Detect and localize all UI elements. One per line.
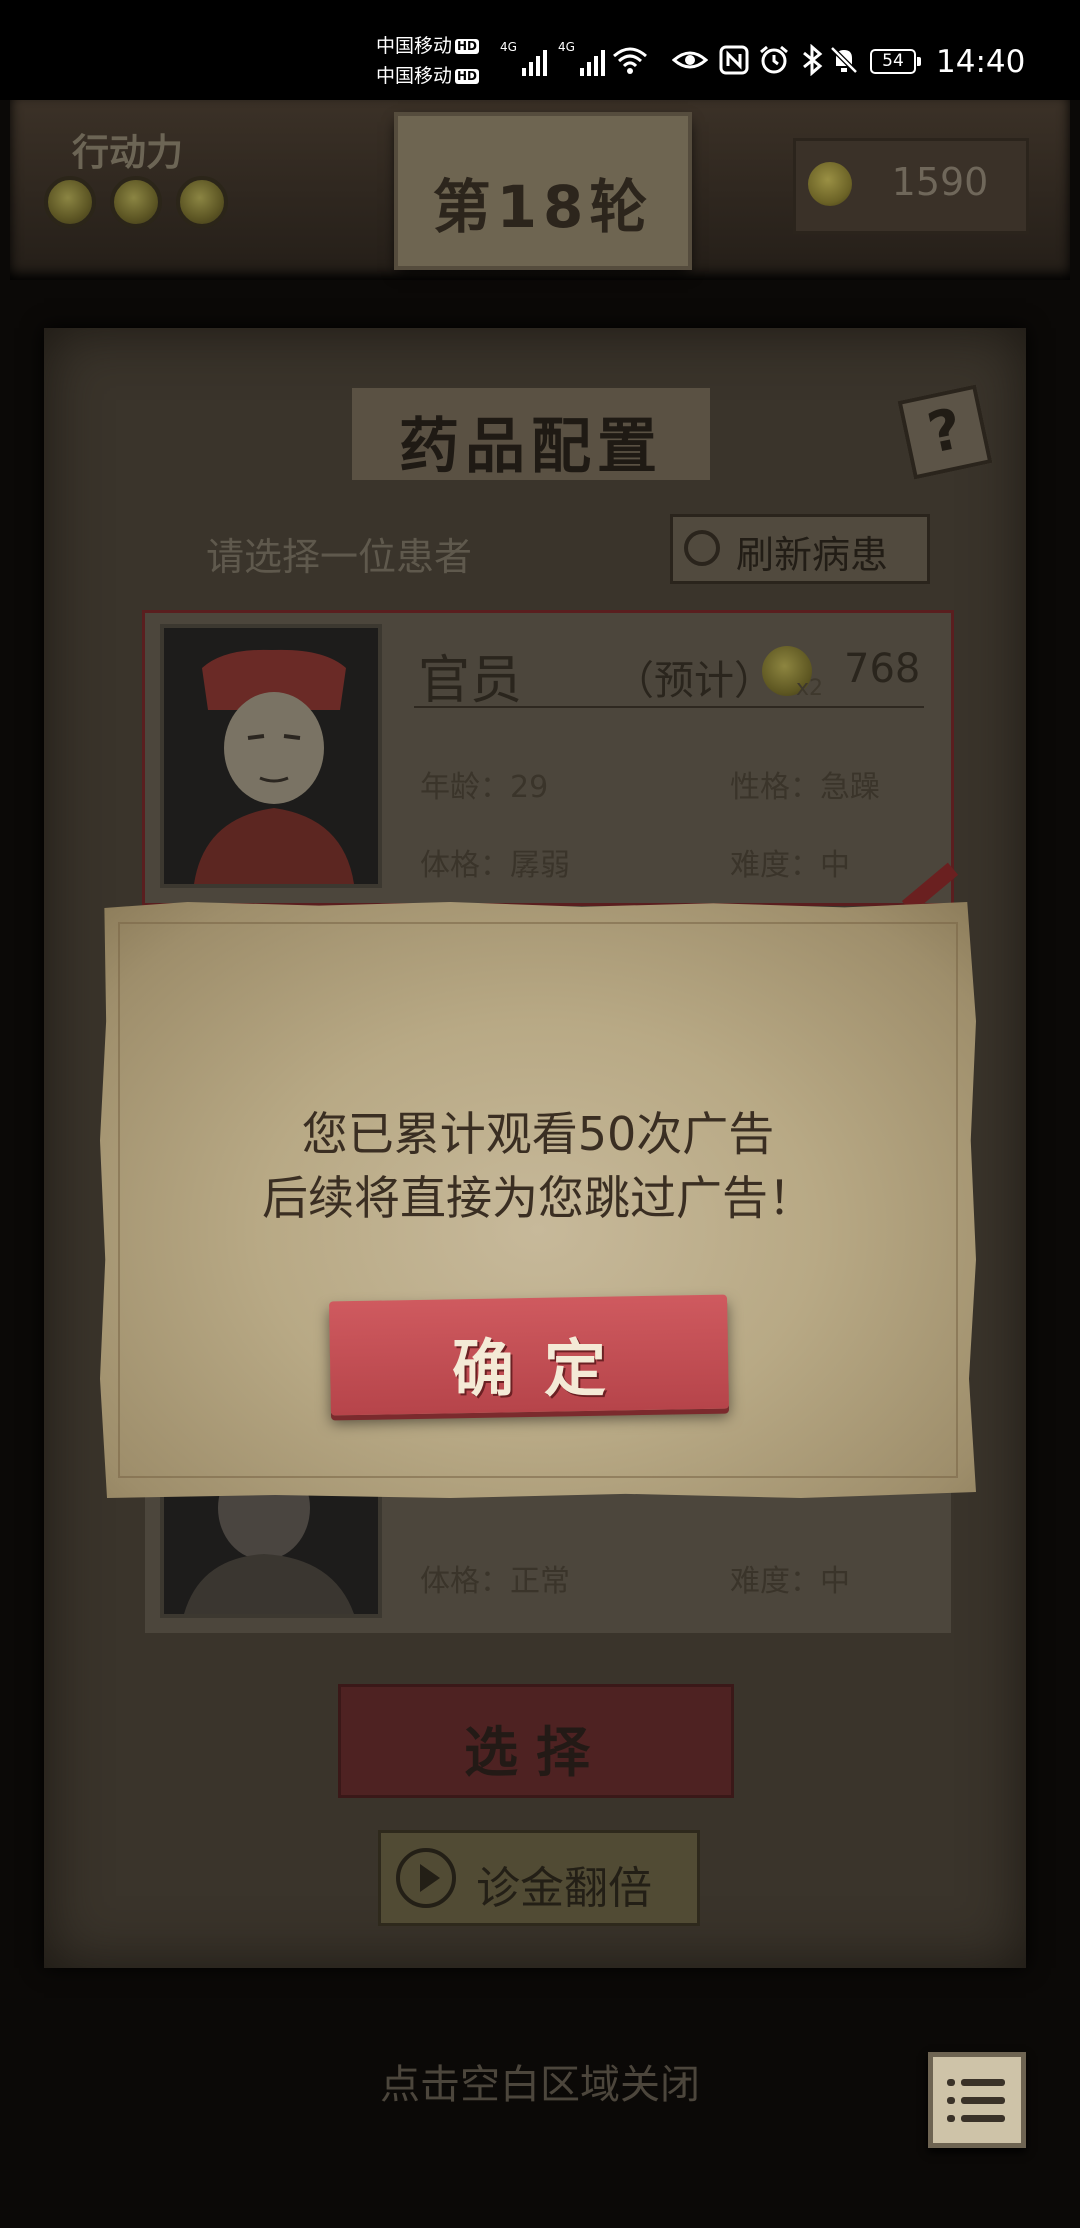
estimate-label: （预计） bbox=[614, 658, 774, 704]
coin-icon bbox=[808, 162, 852, 206]
reward-value: 768 bbox=[844, 646, 921, 692]
patient-age: 年龄：29 bbox=[420, 770, 549, 805]
patient-difficulty: 难度：中 bbox=[730, 1564, 850, 1599]
close-hint[interactable]: 点击空白区域关闭 bbox=[0, 2052, 1080, 2110]
menu-button[interactable] bbox=[928, 2052, 1026, 2148]
money-value: 1590 bbox=[891, 160, 989, 204]
patient-personality: 性格：急躁 bbox=[730, 770, 880, 805]
action-point-icon bbox=[110, 176, 162, 228]
carrier-2: 中国移动 HD bbox=[376, 65, 480, 87]
list-icon bbox=[961, 2097, 1005, 2104]
action-point-icon bbox=[44, 176, 96, 228]
double-fee-label: 诊金翻倍 bbox=[476, 1863, 652, 1914]
action-points-label: 行动力 bbox=[72, 131, 183, 174]
action-point-icon bbox=[176, 176, 228, 228]
eye-icon bbox=[671, 44, 709, 76]
signal-icon-2: 4G bbox=[558, 40, 605, 76]
patient-name: 官员 bbox=[418, 651, 523, 711]
carrier-1: 中国移动 HD bbox=[376, 35, 480, 57]
bluetooth-icon bbox=[794, 43, 830, 77]
round-counter: 第18轮 bbox=[432, 173, 654, 241]
refresh-patients-label: 刷新病患 bbox=[736, 533, 889, 577]
alarm-icon bbox=[756, 44, 792, 76]
list-icon bbox=[947, 2115, 955, 2122]
multiplier-badge: x2 bbox=[796, 676, 824, 701]
panel-title: 药品配置 bbox=[399, 412, 663, 482]
dialog-message-line-2: 后续将直接为您跳过广告！ bbox=[262, 1171, 814, 1225]
patient-physique: 体格：孱弱 bbox=[420, 848, 570, 883]
patient-physique: 体格：正常 bbox=[420, 1564, 570, 1599]
nfc-icon bbox=[716, 44, 752, 76]
card-divider bbox=[414, 706, 924, 708]
list-icon bbox=[961, 2115, 1005, 2122]
list-icon bbox=[947, 2079, 955, 2086]
signal-icon-1: 4G bbox=[500, 40, 547, 76]
clock: 14:40 bbox=[936, 44, 1026, 80]
dialog-message-line-1: 您已累计观看50次广告 bbox=[301, 1107, 775, 1161]
refresh-icon bbox=[684, 530, 720, 566]
confirm-button-label: 确定 bbox=[451, 1332, 636, 1405]
play-triangle bbox=[420, 1864, 440, 1892]
patient-portrait bbox=[160, 624, 382, 888]
patient-difficulty: 难度：中 bbox=[730, 848, 850, 883]
select-button-label: 选择 bbox=[464, 1721, 608, 1784]
list-icon bbox=[961, 2079, 1005, 2086]
status-bar: 中国移动 HD 中国移动 HD 4G 4G 54 14:40 bbox=[0, 0, 1080, 100]
wifi-icon bbox=[612, 44, 648, 76]
select-patient-hint: 请选择一位患者 bbox=[206, 535, 473, 579]
help-button[interactable]: ? bbox=[897, 384, 993, 480]
battery-indicator: 54 bbox=[870, 49, 921, 74]
list-icon bbox=[947, 2097, 955, 2104]
mute-icon bbox=[826, 44, 862, 76]
